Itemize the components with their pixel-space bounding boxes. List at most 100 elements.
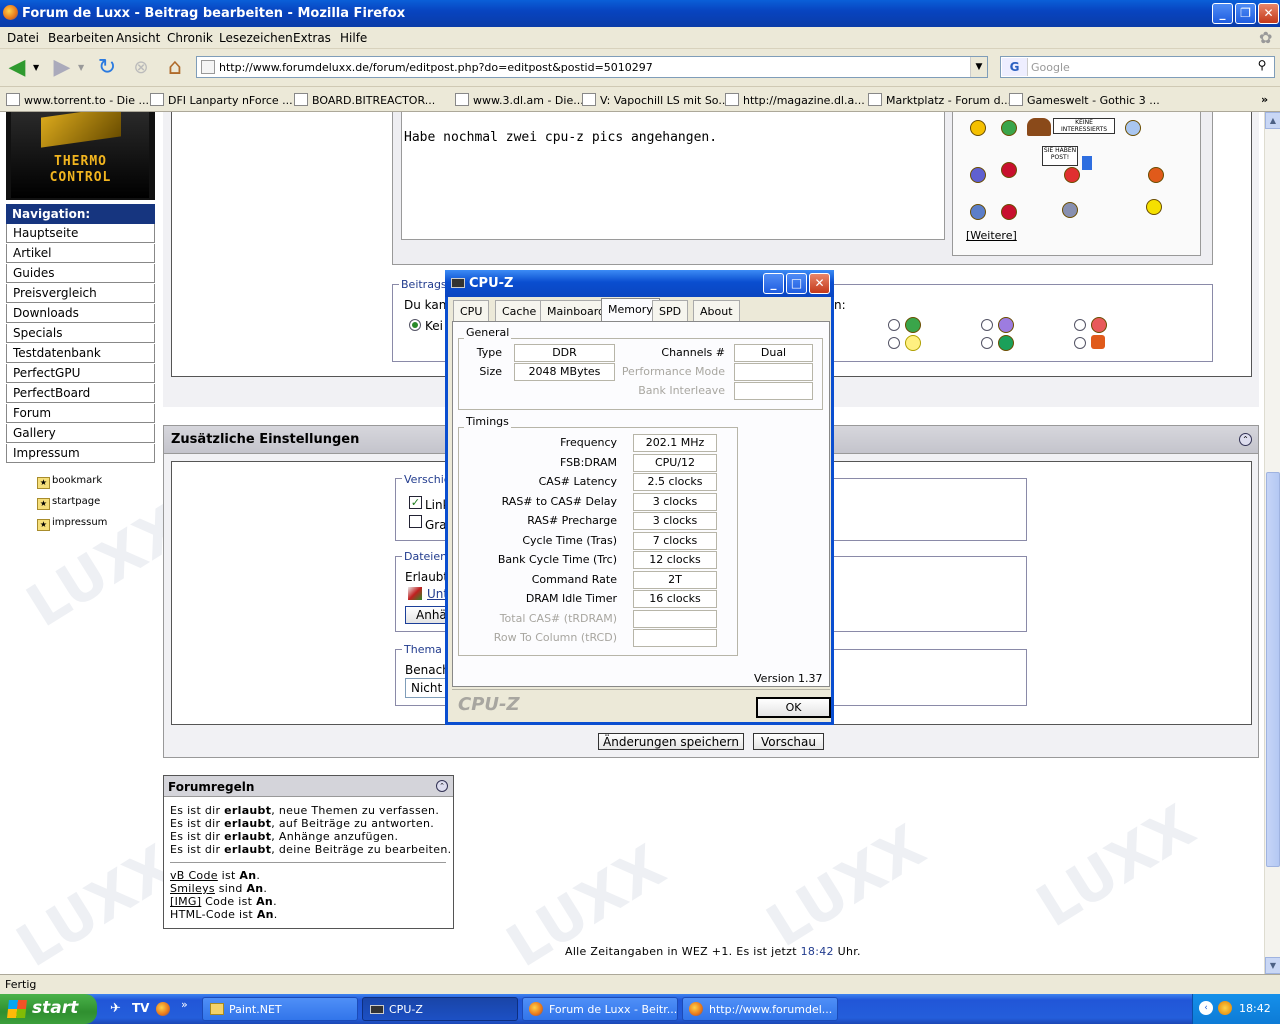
- smiley-sign-icon[interactable]: KEINE INTERESSIERTS: [1053, 118, 1115, 134]
- search-bar[interactable]: G Google ⚲: [1000, 56, 1275, 78]
- tab-spd[interactable]: SPD: [652, 300, 689, 321]
- search-placeholder[interactable]: Google: [1031, 61, 1070, 74]
- parse-links-checkbox[interactable]: ✓: [409, 496, 422, 509]
- search-engine-icon[interactable]: G: [1002, 58, 1028, 76]
- task-forumdeluxx-url[interactable]: http://www.forumdel...: [682, 997, 838, 1021]
- bookmark-item[interactable]: V: Vapochill LS mit So...: [582, 93, 729, 107]
- home-icon[interactable]: ⌂: [162, 55, 188, 81]
- url-text[interactable]: http://www.forumdeluxx.de/forum/editpost…: [219, 61, 653, 74]
- thermo-control-logo[interactable]: THERMO CONTROL: [6, 112, 155, 200]
- nav-item-perfectgpu[interactable]: PerfectGPU: [6, 364, 155, 383]
- smiley-angry-icon[interactable]: [1148, 167, 1164, 183]
- collapse-icon[interactable]: ⌃: [436, 780, 448, 792]
- scroll-thumb[interactable]: [1266, 472, 1280, 867]
- bookmark-item[interactable]: BOARD.BITREACTOR...: [294, 93, 435, 107]
- url-bar[interactable]: http://www.forumdeluxx.de/forum/editpost…: [196, 56, 988, 78]
- cpuz-maximize-button[interactable]: □: [786, 273, 807, 294]
- task-paint-net[interactable]: Paint.NET: [202, 997, 358, 1021]
- bookmark-item[interactable]: www.torrent.to - Die ...: [6, 93, 149, 107]
- url-dropdown-icon[interactable]: ▼: [970, 57, 987, 77]
- nav-item-preisvergleich[interactable]: Preisvergleich: [6, 284, 155, 303]
- smiley-hat-icon[interactable]: [1027, 118, 1051, 136]
- minimize-button[interactable]: _: [1212, 3, 1233, 24]
- stop-icon[interactable]: ⊗: [128, 55, 154, 81]
- preview-button[interactable]: Vorschau: [753, 733, 824, 750]
- cpuz-minimize-button[interactable]: _: [763, 273, 784, 294]
- bookmark-item[interactable]: http://magazine.dl.a...: [725, 93, 865, 107]
- bookmark-item[interactable]: Marktplatz - Forum d...: [868, 93, 1011, 107]
- quicklaunch-icon[interactable]: ✈: [110, 1001, 121, 1016]
- task-cpu-z[interactable]: CPU-Z: [362, 997, 518, 1021]
- smiley-ufo-icon[interactable]: [1125, 120, 1141, 136]
- menu-extras[interactable]: Extras: [293, 31, 331, 45]
- menu-ansicht[interactable]: Ansicht: [116, 31, 160, 45]
- nav-item-specials[interactable]: Specials: [6, 324, 155, 343]
- smiley-post-sign-icon[interactable]: SIE HABEN POST!: [1042, 146, 1078, 166]
- close-button[interactable]: ✕: [1258, 3, 1279, 24]
- smiley-cool-icon[interactable]: [970, 120, 986, 136]
- forward-icon[interactable]: ▶: [49, 55, 75, 81]
- menu-datei[interactable]: Datei: [7, 31, 39, 45]
- menu-chronik[interactable]: Chronik: [167, 31, 213, 45]
- nav-item-downloads[interactable]: Downloads: [6, 304, 155, 323]
- post-icon-radio[interactable]: [1074, 337, 1086, 349]
- maximize-button[interactable]: ❐: [1235, 3, 1256, 24]
- firefox-quicklaunch-icon[interactable]: [156, 1002, 170, 1016]
- favorite-link-impressum[interactable]: ★ impressum: [37, 517, 107, 531]
- smiley-grey-icon[interactable]: [1062, 202, 1078, 218]
- menu-bearbeiten[interactable]: Bearbeiten: [48, 31, 114, 45]
- reload-icon[interactable]: ↻: [94, 55, 120, 81]
- tab-cpu[interactable]: CPU: [453, 300, 490, 321]
- tab-about[interactable]: About: [693, 300, 740, 321]
- smiley-red-icon[interactable]: [1001, 204, 1017, 220]
- forward-history-icon[interactable]: ▼: [78, 63, 84, 72]
- tray-collapse-icon[interactable]: ‹: [1199, 1001, 1213, 1015]
- nav-item-testdatenbank[interactable]: Testdatenbank: [6, 344, 155, 363]
- message-textarea[interactable]: Habe nochmal zwei cpu-z pics angehangen.: [401, 112, 945, 240]
- bookmark-item[interactable]: www.3.dl.am - Die...: [455, 93, 584, 107]
- post-icon-radio[interactable]: [888, 337, 900, 349]
- bookmark-item[interactable]: Gameswelt - Gothic 3 ...: [1009, 93, 1160, 107]
- more-smilies-link[interactable]: [Weitere]: [966, 229, 1017, 242]
- menu-lesezeichen[interactable]: Lesezeichen: [219, 31, 293, 45]
- smiley-shades-icon[interactable]: [970, 204, 986, 220]
- nav-item-impressum[interactable]: Impressum: [6, 444, 155, 463]
- task-forum-de-luxx[interactable]: Forum de Luxx - Beitr...: [522, 997, 678, 1021]
- post-icon-none-radio[interactable]: [409, 319, 421, 331]
- page-scrollbar[interactable]: ▲ ▼: [1264, 112, 1280, 974]
- tv-icon[interactable]: TV: [132, 1001, 149, 1015]
- post-icon-radio[interactable]: [888, 319, 900, 331]
- back-history-icon[interactable]: ▼: [33, 63, 39, 72]
- search-icon[interactable]: ⚲: [1252, 58, 1272, 76]
- save-changes-button[interactable]: Änderungen speichern: [598, 733, 744, 750]
- back-icon[interactable]: ◀: [4, 55, 30, 81]
- smiley-devil-icon[interactable]: [1001, 162, 1017, 178]
- smiley-mailbox-icon[interactable]: [1064, 167, 1080, 183]
- favorite-link-bookmark[interactable]: ★ bookmark: [37, 475, 102, 489]
- cpuz-close-button[interactable]: ✕: [809, 273, 830, 294]
- message-text[interactable]: Habe nochmal zwei cpu-z pics angehangen.: [404, 130, 717, 145]
- clock[interactable]: 18:42: [1239, 1002, 1271, 1015]
- vbcode-link[interactable]: vB Code: [170, 869, 218, 882]
- nav-item-artikel[interactable]: Artikel: [6, 244, 155, 263]
- start-button[interactable]: start: [0, 994, 97, 1024]
- post-icon-radio[interactable]: [981, 319, 993, 331]
- manage-attachments-button[interactable]: Anhä: [405, 606, 447, 624]
- smiley-sick-icon[interactable]: [1001, 120, 1017, 136]
- bookmarks-overflow-icon[interactable]: »: [1261, 93, 1268, 106]
- post-icon-radio[interactable]: [1074, 319, 1086, 331]
- favorite-link-startpage[interactable]: ★ startpage: [37, 496, 100, 510]
- tab-cache[interactable]: Cache: [495, 300, 544, 321]
- img-code-link[interactable]: [IMG]: [170, 895, 201, 908]
- nav-item-hauptseite[interactable]: Hauptseite: [6, 224, 155, 243]
- ok-button[interactable]: OK: [756, 697, 831, 718]
- scroll-up-icon[interactable]: ▲: [1265, 112, 1280, 129]
- network-icon[interactable]: [1218, 1001, 1232, 1015]
- nav-item-forum[interactable]: Forum: [6, 404, 155, 423]
- quicklaunch-more-icon[interactable]: »: [181, 998, 188, 1011]
- disable-smilies-checkbox[interactable]: [409, 515, 422, 528]
- post-icon-radio[interactable]: [981, 337, 993, 349]
- smileys-link[interactable]: Smileys: [170, 882, 215, 895]
- smiley-jump-icon[interactable]: [1146, 199, 1162, 215]
- nav-item-perfectboard[interactable]: PerfectBoard: [6, 384, 155, 403]
